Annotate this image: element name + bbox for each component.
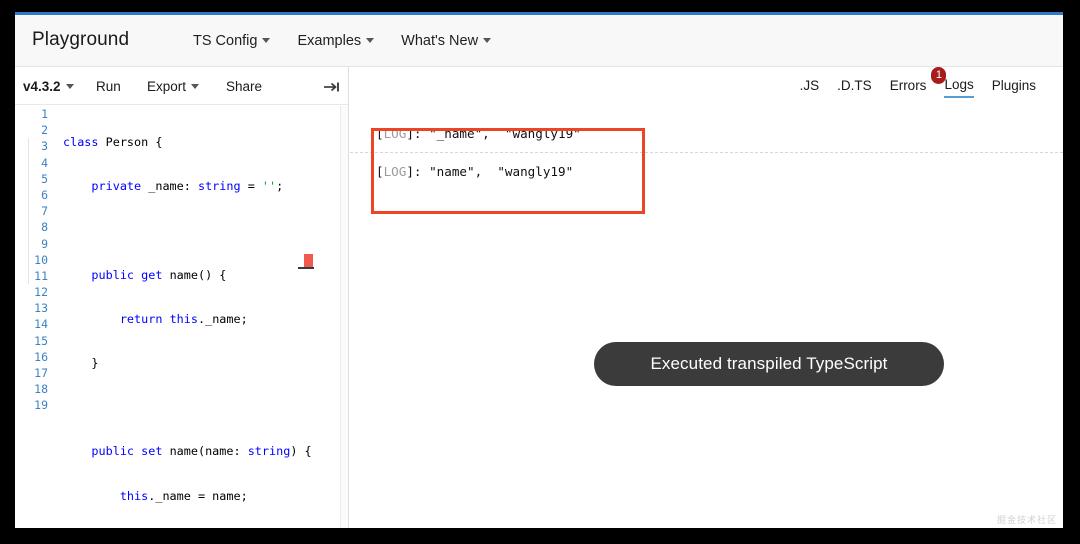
collapse-sidebar-icon[interactable] [323,80,341,92]
nav-item-ts-config-label: TS Config [193,33,258,49]
line-number: 19 [34,398,48,413]
tab-js[interactable]: .JS [800,78,820,97]
code-content[interactable]: class Person { private _name: string = '… [63,106,336,528]
version-label: v4.3.2 [23,79,61,94]
nav-item-examples-label: Examples [297,33,362,49]
chevron-down-icon [366,38,375,43]
line-number: 14 [34,317,48,332]
log-bracket-close: ]: [406,164,430,179]
chevron-down-icon [65,84,74,89]
top-navigation-bar: Playground TS Config Examples What's New [15,15,1063,67]
log-row: [LOG]: "name", "wangly19" [350,152,1063,190]
code-line: private _name: string = ''; [91,179,284,194]
line-number: 12 [34,285,48,300]
log-message: "name", "wangly19" [429,164,574,179]
tab-logs[interactable]: 1 Logs [931,67,974,98]
screen-backdrop: Playground TS Config Examples What's New… [0,0,1080,544]
editor-minimap[interactable] [340,106,348,528]
code-editor[interactable]: 1 2 3 4 5 6 7 8 9 10 11 12 13 14 15 16 1 [15,106,348,528]
code-line: } [63,355,99,370]
line-number-gutter: 1 2 3 4 5 6 7 8 9 10 11 12 13 14 15 16 1 [15,106,57,528]
line-number: 6 [41,187,48,202]
page-title: Playground [32,29,130,50]
nav-item-whats-new-label: What's New [401,33,479,49]
overview-ruler-error-marker [304,254,313,267]
editor-toolbar: v4.3.2 Run Export Share [15,67,348,105]
editor-panel: v4.3.2 Run Export Share 1 2 3 4 5 6 7 8 … [15,67,349,528]
nav-menu: TS Config Examples What's New [193,33,492,49]
line-number: 10 [34,252,48,267]
line-number: 8 [41,220,48,235]
line-number: 4 [41,155,48,170]
nav-item-examples[interactable]: Examples [297,33,375,49]
code-line: class Person { [63,135,163,149]
output-panel: .JS .D.TS Errors 1 Logs Plugins [LOG]: "… [350,67,1063,528]
tab-dts[interactable]: .D.TS [837,78,872,97]
code-line: public get name() { [91,267,227,282]
tab-logs-label: Logs [944,77,974,92]
code-line: this._name = name; [119,488,248,503]
line-number: 3 [41,139,48,154]
tab-errors[interactable]: Errors [890,78,927,97]
export-button[interactable]: Export [147,79,200,94]
nav-item-whats-new[interactable]: What's New [401,33,492,49]
line-number: 11 [34,268,48,283]
output-tabbar: .JS .D.TS Errors 1 Logs Plugins [800,67,1036,98]
log-level: LOG [383,126,407,141]
line-number: 13 [34,301,48,316]
line-number: 7 [41,204,48,219]
toast-notification: Executed transpiled TypeScript [594,342,944,386]
overview-ruler-line [298,267,314,269]
log-bracket-close: ]: [406,126,430,141]
export-label: Export [147,79,187,94]
log-level: LOG [383,164,407,179]
chevron-down-icon [483,38,492,43]
log-message: "_name", "wangly19" [429,126,581,141]
playground-page: Playground TS Config Examples What's New… [15,12,1063,528]
run-button[interactable]: Run [96,79,121,94]
line-number: 2 [41,123,48,138]
code-line: public set name(name: string) { [91,444,312,459]
share-button[interactable]: Share [226,79,262,94]
line-number: 18 [34,382,48,397]
log-row: [LOG]: "_name", "wangly19" [350,115,1063,152]
line-number: 15 [34,333,48,348]
line-number: 17 [34,366,48,380]
log-bracket-open: [ [376,126,384,141]
watermark: 掘金技术社区 [996,515,1057,525]
log-bracket-open: [ [376,164,384,179]
code-line: return this._name; [119,311,248,326]
line-number: 5 [41,171,48,186]
log-list: [LOG]: "_name", "wangly19" [LOG]: "name"… [350,115,1063,190]
chevron-down-icon [191,84,200,89]
line-number: 16 [34,349,48,364]
chevron-down-icon [262,38,271,43]
version-selector[interactable]: v4.3.2 [23,79,74,94]
nav-item-ts-config[interactable]: TS Config [193,33,271,49]
line-number: 1 [41,107,48,121]
tab-plugins[interactable]: Plugins [992,78,1036,97]
line-number: 9 [41,236,48,251]
